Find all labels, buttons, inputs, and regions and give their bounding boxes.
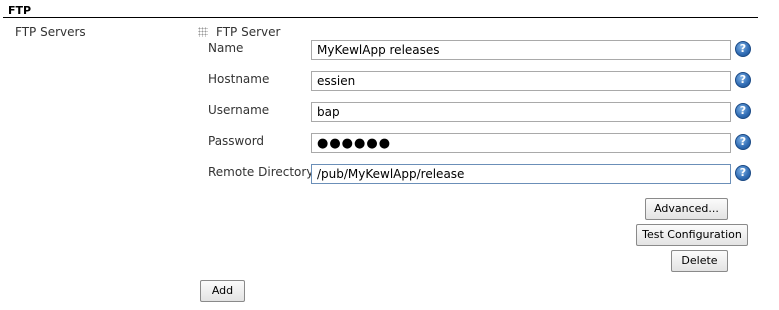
password-help-icon[interactable]: ? xyxy=(735,134,751,150)
password-label: Password xyxy=(208,134,265,148)
remote-directory-help-icon[interactable]: ? xyxy=(735,165,751,181)
hostname-help-icon[interactable]: ? xyxy=(735,72,751,88)
username-help-icon[interactable]: ? xyxy=(735,103,751,119)
test-configuration-button[interactable]: Test Configuration xyxy=(636,224,748,246)
add-button[interactable]: Add xyxy=(200,280,245,302)
section-divider xyxy=(3,17,758,18)
ftp-server-block-title: FTP Server xyxy=(216,25,281,39)
section-title: FTP xyxy=(8,4,32,17)
name-help-icon[interactable]: ? xyxy=(735,41,751,57)
name-field[interactable] xyxy=(311,40,731,60)
ftp-servers-label: FTP Servers xyxy=(15,25,86,39)
drag-handle-icon[interactable] xyxy=(198,27,208,37)
remote-directory-field[interactable] xyxy=(311,164,731,184)
username-label: Username xyxy=(208,103,270,117)
hostname-field[interactable] xyxy=(311,71,731,91)
name-label: Name xyxy=(208,41,244,55)
delete-button[interactable]: Delete xyxy=(671,250,728,272)
username-field[interactable] xyxy=(311,102,731,122)
remote-directory-label: Remote Directory xyxy=(208,165,314,179)
password-field[interactable] xyxy=(311,133,731,153)
hostname-label: Hostname xyxy=(208,72,270,86)
advanced-button[interactable]: Advanced... xyxy=(645,198,728,220)
